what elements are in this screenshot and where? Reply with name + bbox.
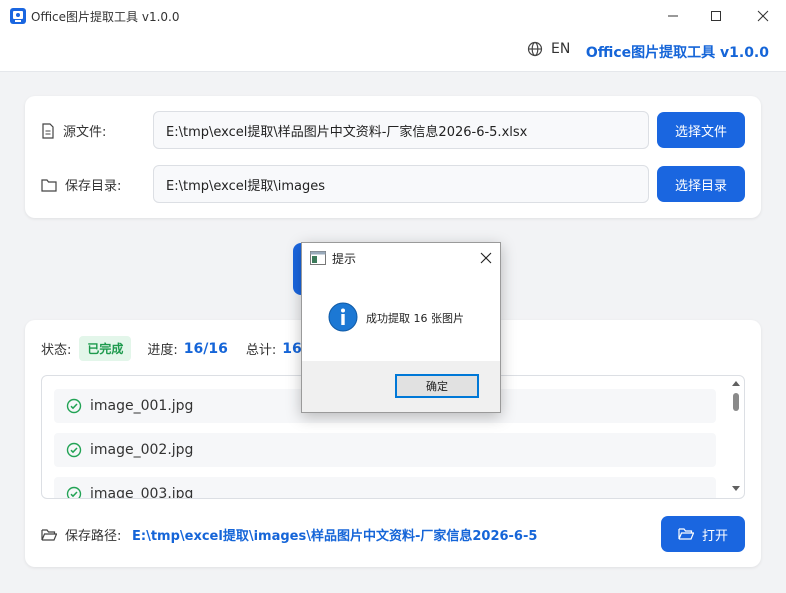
dialog-footer: 确定 <box>302 361 500 412</box>
source-file-input[interactable]: E:\tmp\excel提取\样品图片中文资料-厂家信息2026-6-5.xls… <box>153 111 649 149</box>
close-icon <box>757 10 769 22</box>
save-path-value: E:\tmp\excel提取\images\样品图片中文资料-厂家信息2026-… <box>132 529 538 544</box>
minimize-button[interactable] <box>650 0 696 32</box>
list-item[interactable]: image_002.jpg <box>54 433 716 467</box>
app-icon <box>10 8 26 24</box>
folder-icon <box>41 178 57 192</box>
file-name: image_001.jpg <box>90 398 194 414</box>
dialog-close-button[interactable] <box>478 250 494 266</box>
output-dir-input[interactable]: E:\tmp\excel提取\images <box>153 165 649 203</box>
window-title: Office图片提取工具 v1.0.0 <box>31 10 180 24</box>
dialog-window-icon <box>310 251 326 265</box>
total-value: 16 <box>282 340 302 357</box>
folder-open-icon <box>41 528 57 541</box>
window-titlebar: Office图片提取工具 v1.0.0 <box>0 0 786 32</box>
language-switch[interactable]: EN <box>527 41 570 57</box>
file-selection-card: 源文件: E:\tmp\excel提取\样品图片中文资料-厂家信息2026-6-… <box>25 96 761 218</box>
dialog-title: 提示 <box>332 252 357 266</box>
dialog-body: 成功提取 16 张图片 <box>302 277 500 361</box>
app-header: EN Office图片提取工具 v1.0.0 <box>0 32 786 72</box>
open-folder-button[interactable]: 打开 <box>661 516 745 552</box>
maximize-button[interactable] <box>693 0 739 32</box>
check-circle-icon <box>66 398 82 414</box>
check-circle-icon <box>66 442 82 458</box>
source-file-label: 源文件: <box>41 121 106 140</box>
minimize-icon <box>668 15 678 17</box>
scrollbar-thumb[interactable] <box>733 393 739 411</box>
folder-open-icon <box>678 528 694 540</box>
select-directory-button[interactable]: 选择目录 <box>657 166 745 202</box>
save-path-label: 保存路径: <box>41 525 121 544</box>
select-file-button[interactable]: 选择文件 <box>657 112 745 148</box>
check-circle-icon <box>66 486 82 498</box>
dialog-ok-button[interactable]: 确定 <box>395 374 479 398</box>
file-icon <box>42 122 54 139</box>
progress-value: 16/16 <box>183 340 228 357</box>
info-icon <box>328 302 358 332</box>
maximize-icon <box>711 11 721 21</box>
status-badge: 已完成 <box>79 336 132 361</box>
total-label: 总计: <box>245 343 277 358</box>
scroll-up-arrow-icon[interactable] <box>732 381 740 386</box>
dialog-message: 成功提取 16 张图片 <box>366 312 464 325</box>
close-icon <box>480 252 492 264</box>
globe-icon <box>527 41 543 57</box>
file-name: image_002.jpg <box>90 442 194 458</box>
close-window-button[interactable] <box>740 0 786 32</box>
list-scrollbar[interactable] <box>728 376 744 498</box>
app-brand: Office图片提取工具 v1.0.0 <box>585 45 769 61</box>
list-item[interactable]: image_003.jpg <box>54 477 716 499</box>
output-dir-label: 保存目录: <box>41 175 121 194</box>
progress-label: 进度: <box>147 343 178 358</box>
message-dialog: 提示 成功提取 16 张图片 确定 <box>301 242 501 413</box>
file-name: image_003.jpg <box>90 486 194 499</box>
scroll-down-arrow-icon[interactable] <box>732 486 740 491</box>
status-row: 状态: 已完成 进度: 16/16 总计: 16 <box>41 336 320 361</box>
status-label: 状态: <box>41 343 72 358</box>
language-label: EN <box>551 41 571 57</box>
